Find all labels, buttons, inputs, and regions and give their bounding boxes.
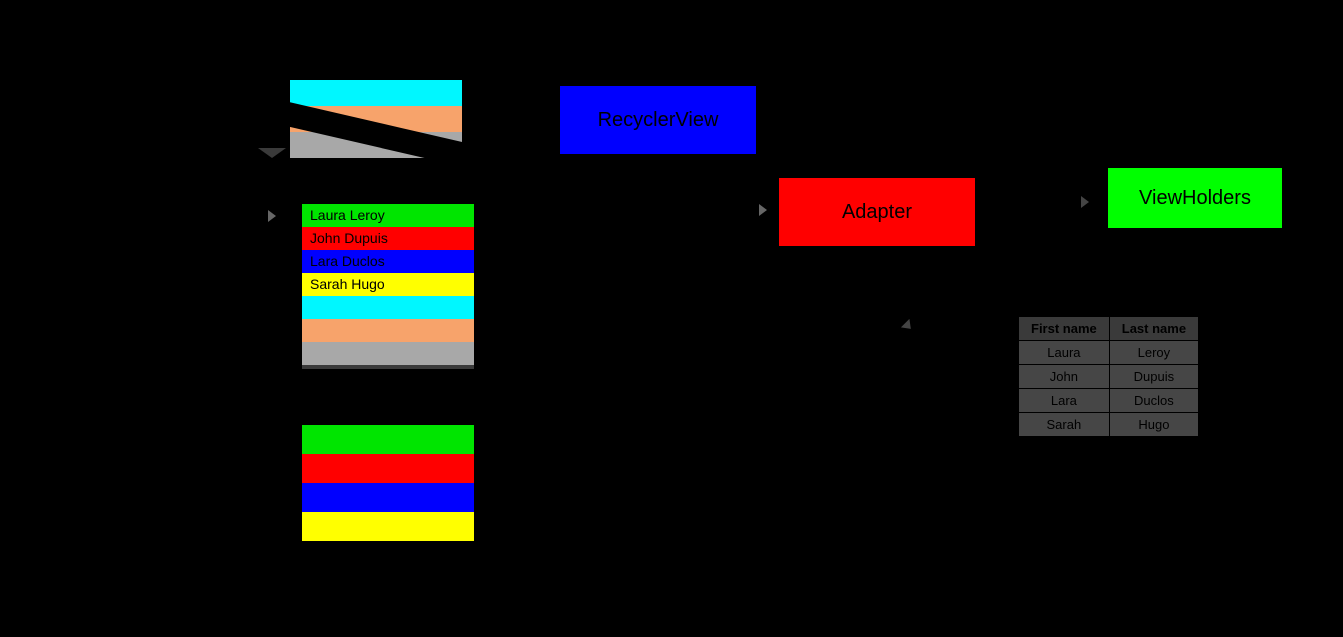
table-header: First name (1019, 317, 1110, 341)
table-row: LaraDuclos (1019, 389, 1199, 413)
table-cell: Hugo (1109, 413, 1198, 437)
list-item (302, 342, 474, 365)
list-item: Lara Duclos (302, 250, 474, 273)
table-row: LauraLeroy (1019, 341, 1199, 365)
table-cell: Dupuis (1109, 365, 1198, 389)
list-item: John Dupuis (302, 227, 474, 250)
list-item: Laura Leroy (302, 204, 474, 227)
shadow-icon (258, 148, 286, 158)
stack-bar (302, 483, 474, 512)
list-shadow (302, 365, 474, 369)
list-item (302, 319, 474, 342)
table-row: JohnDupuis (1019, 365, 1199, 389)
arrow-icon (268, 210, 276, 222)
list-item: Sarah Hugo (302, 273, 474, 296)
table-cell: Lara (1019, 389, 1110, 413)
table-header: Last name (1109, 317, 1198, 341)
stack-bar (302, 425, 474, 454)
viewholders-label: ViewHolders (1139, 187, 1251, 210)
viewholders-box: ViewHolders (1108, 168, 1282, 228)
table-cell: Leroy (1109, 341, 1198, 365)
arrow-icon (901, 319, 915, 333)
table-cell: Laura (1019, 341, 1110, 365)
arrow-icon (1081, 196, 1089, 208)
arrow-icon (759, 204, 767, 216)
name-list: Laura LeroyJohn DupuisLara DuclosSarah H… (302, 204, 474, 365)
adapter-box: Adapter (779, 178, 975, 246)
recyclerview-label: RecyclerView (598, 109, 719, 132)
table-row: SarahHugo (1019, 413, 1199, 437)
table-cell: Duclos (1109, 389, 1198, 413)
recycled-view-strip (290, 80, 462, 158)
persp-strip (290, 80, 462, 106)
list-item (302, 296, 474, 319)
viewholder-stack (302, 425, 474, 541)
adapter-label: Adapter (842, 201, 912, 224)
data-table-container: First nameLast name LauraLeroyJohnDupuis… (1018, 316, 1199, 437)
diagram-stage: RecyclerView Adapter ViewHolders Laura L… (0, 0, 1343, 637)
table-cell: Sarah (1019, 413, 1110, 437)
stack-bar (302, 512, 474, 541)
recyclerview-box: RecyclerView (560, 86, 756, 154)
data-table: First nameLast name LauraLeroyJohnDupuis… (1018, 316, 1199, 437)
table-cell: John (1019, 365, 1110, 389)
stack-bar (302, 454, 474, 483)
